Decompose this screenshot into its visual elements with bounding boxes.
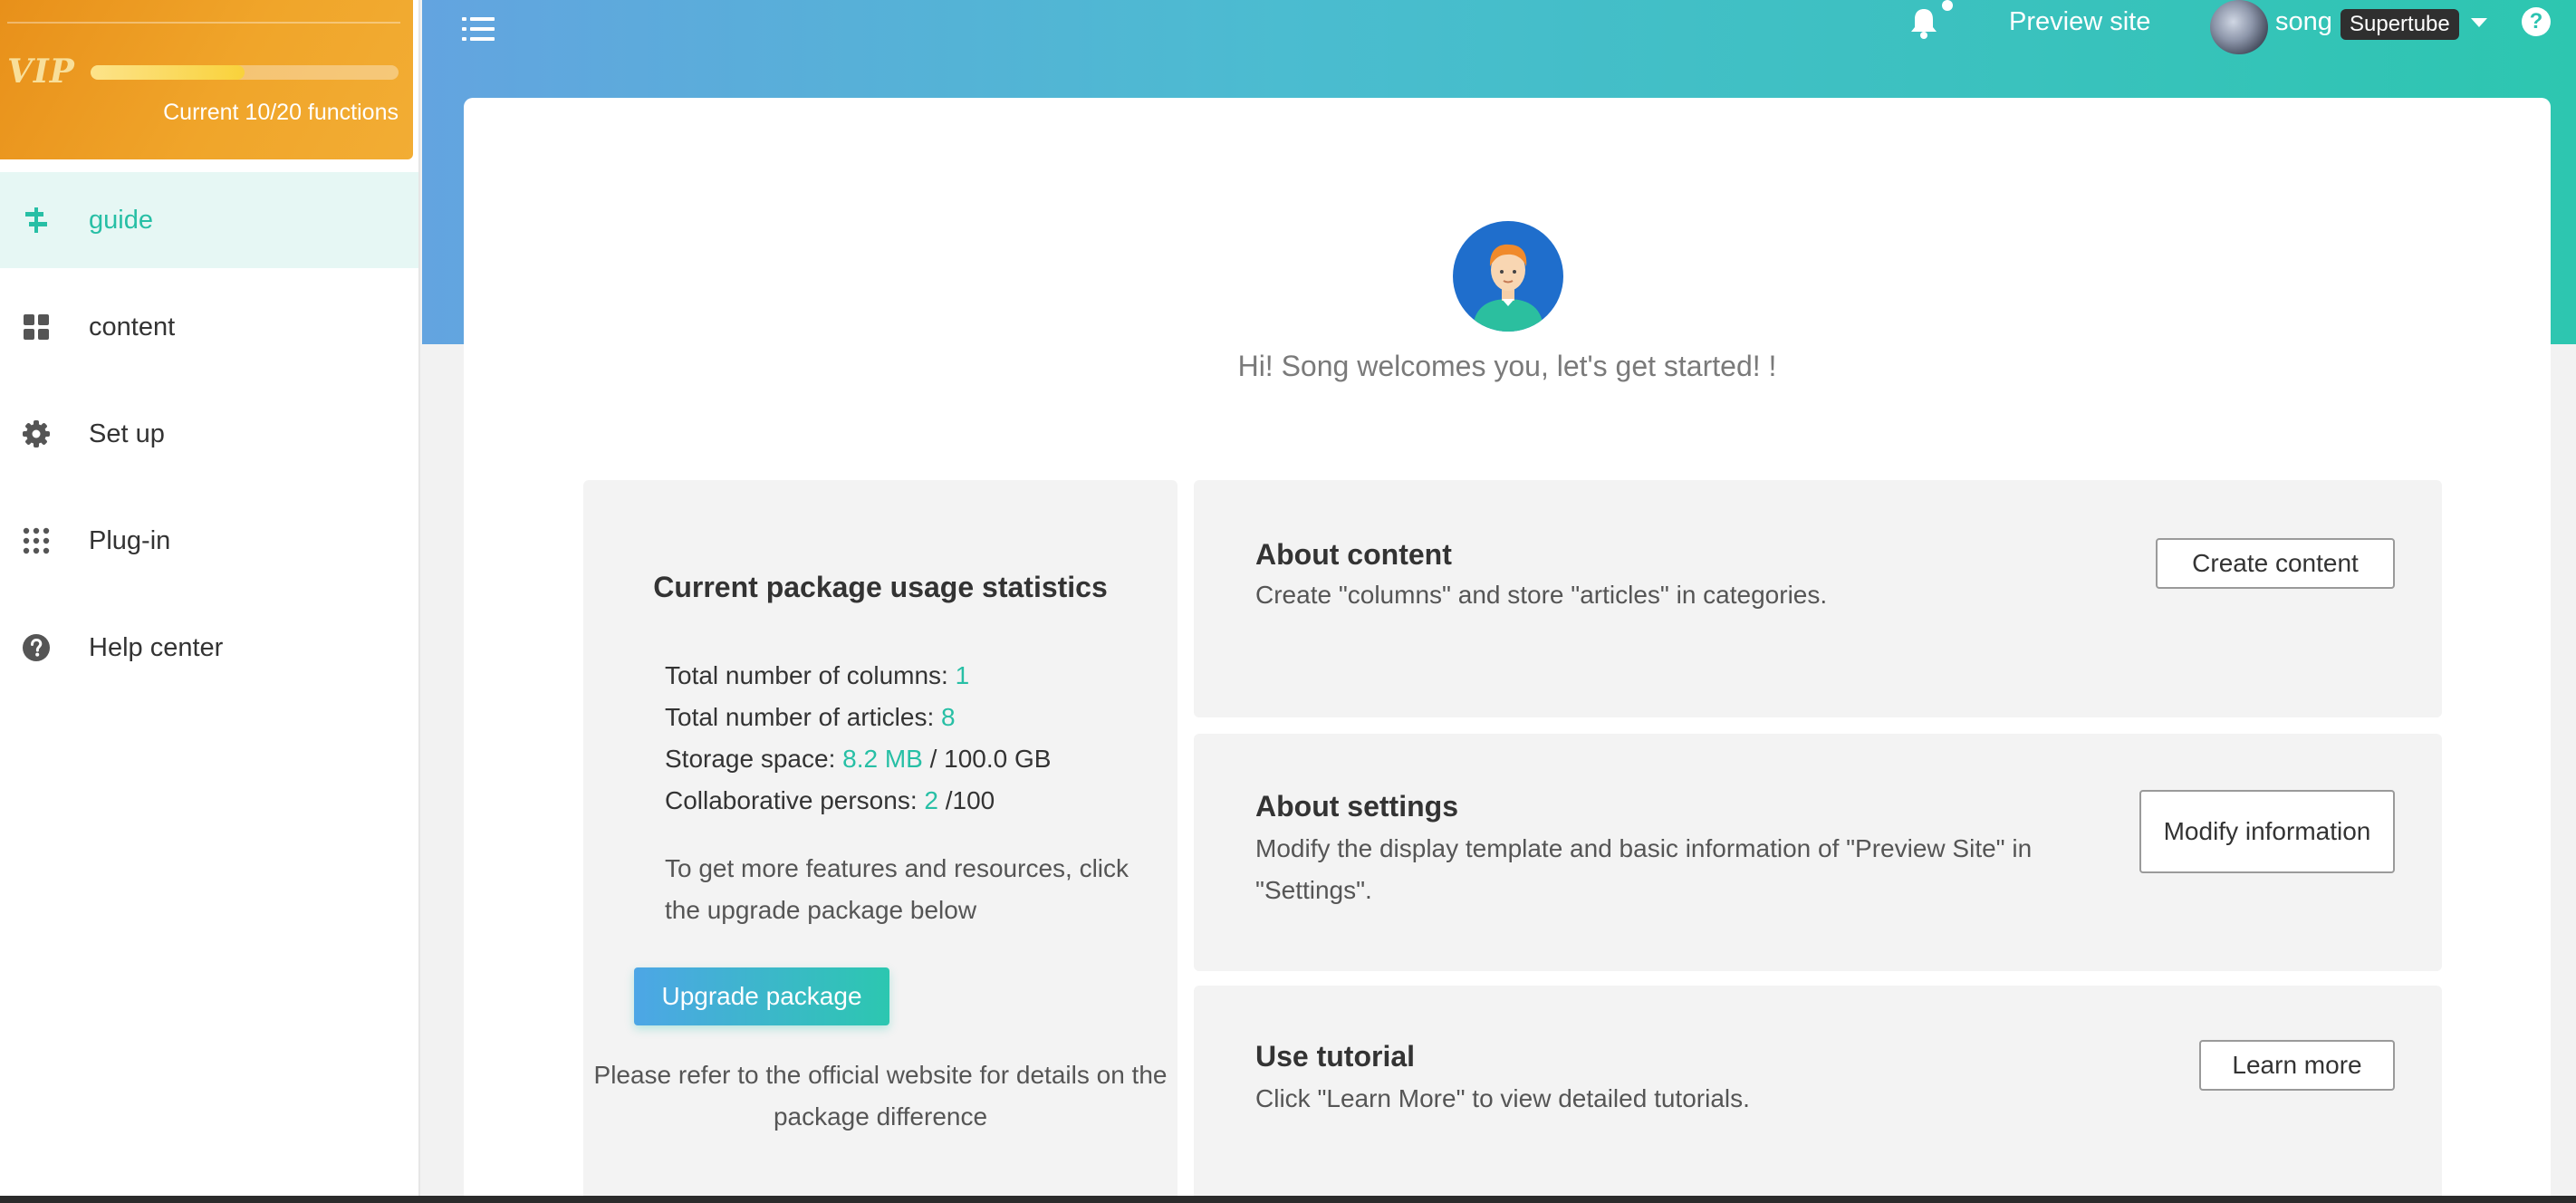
panel-title: About settings: [1255, 790, 1458, 823]
stat-articles: Total number of articles: 8: [665, 703, 956, 732]
user-name[interactable]: song: [2275, 7, 2332, 37]
sidebar-item-help-center[interactable]: Help center: [0, 600, 418, 696]
grid-icon: [24, 314, 49, 340]
stat-total: / 100.0 GB: [922, 745, 1052, 773]
modify-information-button[interactable]: Modify information: [2139, 790, 2395, 873]
sidebar-item-label: Help center: [89, 632, 224, 662]
signpost-icon: [25, 207, 47, 233]
help-icon[interactable]: ?: [2522, 7, 2551, 36]
upgrade-package-button[interactable]: Upgrade package: [634, 967, 889, 1025]
stat-value: 8.2 MB: [842, 745, 923, 773]
vip-divider: [7, 22, 400, 24]
stat-label: Storage space:: [665, 745, 843, 773]
panel-description: Modify the display template and basic in…: [1255, 834, 2033, 904]
create-content-button[interactable]: Create content: [2156, 538, 2395, 589]
chevron-down-icon[interactable]: [2471, 18, 2487, 27]
user-badge: Supertube: [2341, 9, 2459, 40]
package-difference-note: Please refer to the official website for…: [593, 1061, 1168, 1131]
stat-value: 1: [955, 661, 970, 689]
panel-title: Use tutorial: [1255, 1040, 1416, 1073]
stat-value: 8: [941, 703, 956, 731]
sidebar-item-plugin[interactable]: Plug-in: [0, 493, 418, 589]
sidebar-item-label: Set up: [89, 419, 165, 448]
stat-collaborators: Collaborative persons: 2 /100: [665, 786, 995, 815]
user-illustration-avatar: [1453, 221, 1563, 332]
upgrade-hint: To get more features and resources, clic…: [665, 854, 1129, 924]
menu-list-icon[interactable]: [462, 14, 495, 43]
gear-icon: [23, 420, 50, 448]
stat-columns: Total number of columns: 1: [665, 661, 969, 690]
dots-grid-icon: [23, 527, 50, 554]
panel-description: Create "columns" and store "articles" in…: [1255, 581, 1828, 609]
vip-usage-label: Current 10/20 functions: [163, 100, 399, 125]
sidebar-item-label: guide: [89, 205, 153, 235]
sidebar-item-setup[interactable]: Set up: [0, 386, 418, 482]
stat-value: 2: [924, 786, 938, 814]
preview-site-link[interactable]: Preview site: [2009, 7, 2150, 37]
main-card: Hi! Song welcomes you, let's get started…: [464, 98, 2551, 1203]
welcome-message: Hi! Song welcomes you, let's get started…: [1237, 350, 1777, 382]
panel-title: About content: [1255, 538, 1452, 571]
panel-description: Click "Learn More" to view detailed tuto…: [1255, 1084, 1750, 1112]
vip-progress-bar: [91, 65, 399, 80]
learn-more-button[interactable]: Learn more: [2199, 1040, 2395, 1091]
sidebar-nav: guide content Set up Plug-in Help center: [0, 172, 418, 707]
stat-storage: Storage space: 8.2 MB / 100.0 GB: [665, 745, 1051, 774]
vip-banner[interactable]: VIP Current 10/20 functions: [0, 0, 413, 159]
stat-label: Total number of columns:: [665, 661, 956, 689]
bell-icon[interactable]: [1906, 5, 1942, 42]
stats-title: Current package usage statistics: [653, 571, 1108, 603]
vip-logo: VIP: [7, 53, 75, 91]
about-settings-panel: About settings Modify the display templa…: [1194, 734, 2442, 971]
vip-progress-fill: [91, 65, 245, 80]
window-bottom-edge: [0, 1196, 2576, 1203]
sidebar-item-content[interactable]: content: [0, 279, 418, 375]
sidebar-item-guide[interactable]: guide: [0, 172, 418, 268]
stat-total: /100: [937, 786, 995, 814]
about-content-panel: About content Create "columns" and store…: [1194, 480, 2442, 717]
stat-label: Total number of articles:: [665, 703, 942, 731]
sidebar: VIP Current 10/20 functions guide conten…: [0, 0, 420, 1203]
use-tutorial-panel: Use tutorial Click "Learn More" to view …: [1194, 986, 2442, 1203]
user-avatar[interactable]: [2210, 0, 2268, 54]
sidebar-item-label: Plug-in: [89, 525, 171, 555]
sidebar-item-label: content: [89, 312, 176, 342]
question-circle-icon: [23, 634, 50, 661]
stat-label: Collaborative persons:: [665, 786, 925, 814]
notification-dot: [1942, 0, 1953, 11]
